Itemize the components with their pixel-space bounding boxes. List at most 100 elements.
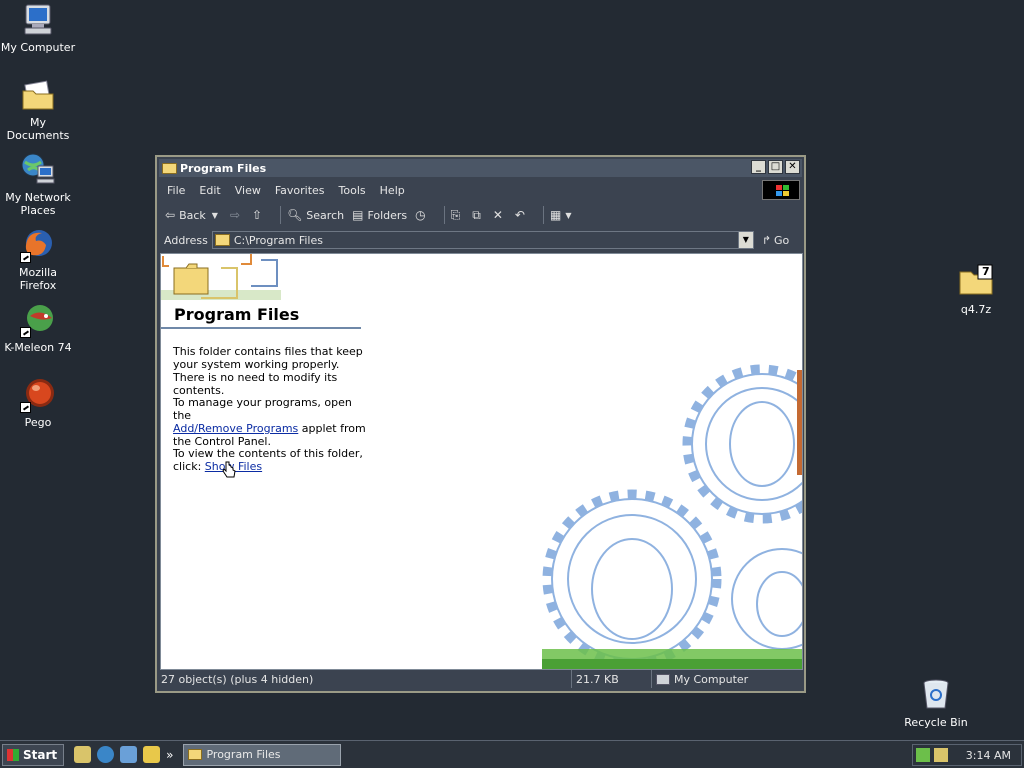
status-size: 21.7 KB bbox=[572, 670, 652, 688]
search-button[interactable]: 🔍︎ Search bbox=[287, 208, 344, 222]
show-desktop-icon[interactable] bbox=[74, 746, 92, 763]
folder-icon bbox=[188, 749, 203, 760]
shortcut-arrow-icon bbox=[20, 327, 31, 338]
undo-button[interactable]: ↶ bbox=[515, 208, 529, 222]
start-label: Start bbox=[23, 747, 58, 762]
menu-bar: File Edit View Favorites Tools Help bbox=[159, 179, 802, 201]
search-label: Search bbox=[306, 208, 345, 222]
panel-description: This folder contains files that keep you… bbox=[173, 345, 363, 397]
desktop-icon-label: K-Meleon 74 bbox=[4, 341, 72, 354]
folders-label: Folders bbox=[367, 208, 408, 222]
desktop-icon-my-computer[interactable]: My Computer bbox=[0, 2, 76, 54]
status-zone: My Computer bbox=[652, 670, 802, 688]
menu-view[interactable]: View bbox=[235, 184, 261, 197]
task-label: Program Files bbox=[206, 748, 281, 761]
move-to-button[interactable]: ⎘ bbox=[451, 208, 465, 223]
windows-logo-icon bbox=[762, 180, 800, 200]
volume-tray-icon[interactable] bbox=[933, 748, 948, 762]
views-button[interactable]: ▦ ▼ bbox=[550, 208, 576, 222]
address-label: Address bbox=[164, 233, 208, 247]
address-dropdown-button[interactable]: ▼ bbox=[737, 232, 753, 248]
folder-icon bbox=[162, 162, 177, 174]
k-meleon-icon bbox=[20, 302, 56, 338]
go-button[interactable]: ↱ Go bbox=[762, 234, 789, 247]
menu-favorites[interactable]: Favorites bbox=[275, 184, 325, 197]
folder-banner-graphic bbox=[161, 254, 361, 304]
address-bar: Address C:\Program Files ▼ ↱ Go bbox=[159, 229, 802, 251]
folders-button[interactable]: ▤ Folders bbox=[352, 208, 407, 222]
minimize-button[interactable]: _ bbox=[751, 160, 766, 174]
desktop-icon-pego[interactable]: Pego bbox=[0, 377, 76, 429]
chevron-down-icon: ▼ bbox=[565, 210, 572, 220]
7z-archive-icon: 7 bbox=[958, 264, 994, 300]
desktop-icon-my-documents[interactable]: My Documents bbox=[0, 77, 76, 142]
gears-watermark-graphic bbox=[542, 364, 802, 669]
desktop-icon-q4-7z[interactable]: 7 q4.7z bbox=[938, 264, 1014, 316]
search-icon: 🔍︎ bbox=[287, 208, 303, 222]
7z-badge-text: 7 bbox=[982, 265, 990, 278]
up-folder-icon: ⇧ bbox=[252, 208, 263, 222]
status-object-count: 27 object(s) (plus 4 hidden) bbox=[159, 670, 572, 688]
desktop-icon-label: My Network Places bbox=[5, 191, 71, 217]
history-button[interactable]: ◷ bbox=[415, 208, 429, 222]
standard-toolbar: ⇦ Back ▼ ⇨ ⇧ 🔍︎ Search ▤ Folders ◷ ⎘ ⧉ ✕… bbox=[159, 203, 802, 227]
add-remove-programs-link[interactable]: Add/Remove Programs bbox=[173, 422, 298, 435]
back-label: Back bbox=[179, 208, 206, 222]
desktop-icon-label: Pego bbox=[24, 416, 52, 429]
go-label: Go bbox=[774, 233, 790, 247]
go-arrow-icon: ↱ bbox=[761, 233, 772, 247]
taskbar-button-program-files[interactable]: Program Files bbox=[183, 743, 342, 766]
up-folder-button[interactable]: ⇧ bbox=[252, 208, 266, 222]
folders-icon: ▤ bbox=[352, 208, 364, 222]
computer-icon bbox=[20, 2, 56, 38]
toolbar-separator bbox=[443, 206, 445, 224]
pego-icon bbox=[20, 377, 56, 413]
shortcut-arrow-icon bbox=[20, 402, 31, 413]
desktop-icon-recycle-bin[interactable]: Recycle Bin bbox=[898, 677, 974, 729]
address-input[interactable]: C:\Program Files ▼ bbox=[211, 231, 754, 249]
start-button[interactable]: Start bbox=[2, 743, 65, 766]
quick-launch: » bbox=[74, 746, 173, 763]
maximize-button[interactable]: □ bbox=[768, 160, 783, 174]
show-files-prefix: To view the contents of this folder, cli… bbox=[173, 447, 363, 473]
hand-cursor-icon bbox=[222, 461, 236, 478]
copy-to-icon: ⧉ bbox=[472, 207, 481, 222]
documents-folder-icon bbox=[20, 77, 56, 113]
copy-to-button[interactable]: ⧉ bbox=[472, 208, 485, 223]
clock[interactable]: 3:14 AM bbox=[966, 749, 1011, 762]
manage-programs-prefix: To manage your programs, open the bbox=[173, 396, 352, 422]
windows-logo-icon bbox=[7, 748, 19, 761]
internet-explorer-icon[interactable] bbox=[97, 746, 115, 763]
toolbar-separator bbox=[542, 206, 544, 224]
recycle-bin-icon bbox=[918, 677, 954, 713]
desktop-icon-my-network-places[interactable]: My Network Places bbox=[0, 152, 76, 217]
back-arrow-icon: ⇦ bbox=[165, 208, 176, 222]
menu-tools[interactable]: Tools bbox=[339, 184, 366, 197]
desktop-icon-k-meleon[interactable]: K-Meleon 74 bbox=[0, 302, 76, 354]
chevron-down-icon[interactable]: ▼ bbox=[212, 211, 218, 220]
delete-button[interactable]: ✕ bbox=[493, 208, 507, 222]
desktop-icon-label: My Documents bbox=[6, 116, 70, 142]
desktop-icon-mozilla-firefox[interactable]: Mozilla Firefox bbox=[0, 227, 76, 292]
panel-heading: Program Files bbox=[174, 305, 300, 324]
menu-file[interactable]: File bbox=[167, 184, 185, 197]
status-location: My Computer bbox=[674, 672, 749, 686]
menu-help[interactable]: Help bbox=[380, 184, 405, 197]
title-bar[interactable]: Program Files _ □ ✕ bbox=[159, 159, 802, 177]
panel-show-files: To view the contents of this folder, cli… bbox=[173, 447, 373, 473]
toolbar-separator bbox=[280, 206, 282, 224]
close-button[interactable]: ✕ bbox=[785, 160, 800, 174]
network-tray-icon[interactable] bbox=[915, 748, 930, 762]
windows-media-icon[interactable] bbox=[143, 746, 161, 763]
outlook-express-icon[interactable] bbox=[120, 746, 138, 763]
menu-edit[interactable]: Edit bbox=[199, 184, 220, 197]
folder-content-pane[interactable]: Program Files This folder contains files… bbox=[160, 253, 803, 670]
back-button[interactable]: ⇦ Back ▼ bbox=[165, 208, 222, 222]
shortcut-arrow-icon bbox=[20, 252, 31, 263]
panel-divider bbox=[161, 327, 361, 329]
undo-icon: ↶ bbox=[514, 208, 525, 222]
forward-button[interactable]: ⇨ bbox=[230, 208, 244, 222]
views-icon: ▦ bbox=[549, 208, 562, 222]
quick-launch-chevron[interactable]: » bbox=[166, 748, 173, 762]
content-edge-accent bbox=[797, 370, 802, 475]
